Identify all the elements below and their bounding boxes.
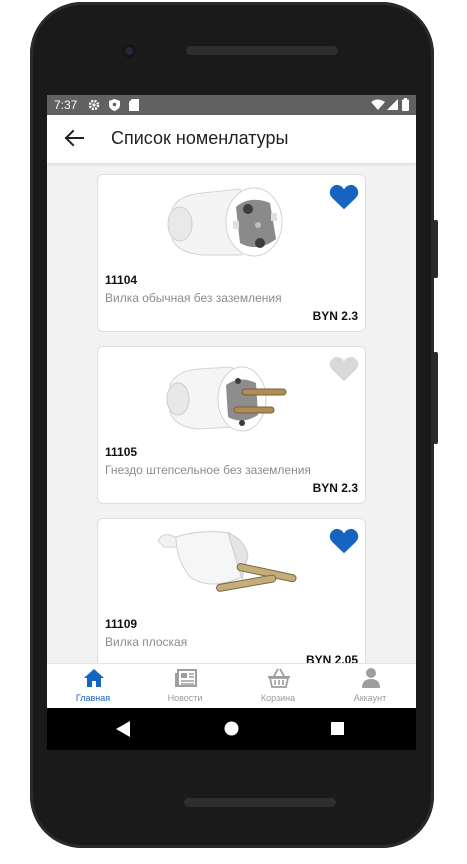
page-title: Список номенлатуры [111, 128, 289, 148]
product-price: BYN 2.05 [305, 653, 358, 663]
shield-icon [109, 99, 120, 111]
power-button [433, 352, 438, 444]
product-code: 11104 [105, 273, 138, 287]
arrow-left-icon[interactable] [61, 125, 87, 151]
product-card[interactable]: 11104 Вилка обычная без заземления BYN 2… [97, 174, 366, 332]
system-navigation-bar [47, 708, 416, 750]
product-list[interactable]: 11104 Вилка обычная без заземления BYN 2… [47, 163, 416, 663]
product-code: 11105 [105, 445, 138, 459]
favorite-heart-icon[interactable] [329, 355, 359, 383]
app-screen: 7:37 Список номенлатуры 11104 Вилка обыч… [47, 95, 416, 708]
product-name: Гнездо штепсельное без заземления [105, 463, 311, 477]
product-price: BYN 2.3 [312, 309, 358, 323]
newspaper-icon [175, 669, 197, 687]
plug-with-pins-image [166, 366, 287, 432]
nav-item-home[interactable]: Главная [47, 664, 139, 708]
product-code: 11109 [105, 617, 138, 631]
product-card[interactable]: 11105 Гнездо штепсельное без заземления … [97, 346, 366, 504]
recent-apps-icon[interactable] [331, 722, 344, 735]
bottom-speaker [184, 798, 336, 807]
nav-label: Главная [75, 693, 111, 703]
wifi-icon [371, 99, 385, 110]
status-bar: 7:37 [47, 95, 416, 115]
sim-card-icon [129, 99, 139, 111]
nav-label: Корзина [260, 693, 296, 703]
basket-icon [268, 668, 290, 688]
nav-label: Аккаунт [353, 693, 387, 703]
front-camera [122, 44, 136, 58]
nav-item-account[interactable]: Аккаунт [324, 664, 416, 708]
nav-item-cart[interactable]: Корзина [232, 664, 324, 708]
product-card[interactable]: 11109 Вилка плоская BYN 2.05 [97, 518, 366, 663]
home-circle-icon[interactable] [224, 721, 239, 736]
home-icon [84, 669, 104, 687]
nav-item-news[interactable]: Новости [139, 664, 231, 708]
gear-icon [88, 99, 100, 111]
favorite-heart-icon[interactable] [329, 527, 359, 555]
round-plug-image [167, 187, 283, 257]
back-triangle-icon[interactable] [116, 721, 130, 737]
app-bar: Список номенлатуры [47, 115, 416, 163]
product-name: Вилка плоская [105, 635, 188, 649]
battery-icon [402, 98, 409, 111]
status-time: 7:37 [54, 98, 78, 112]
nav-label: Новости [167, 693, 203, 703]
user-icon [362, 668, 380, 688]
product-name: Вилка обычная без заземления [105, 291, 282, 305]
flat-plug-image [157, 531, 297, 592]
bottom-navigation: Главная Новости Корзина Аккаунт [47, 663, 416, 708]
volume-button [433, 220, 438, 278]
signal-icon [387, 99, 398, 110]
favorite-heart-icon[interactable] [329, 183, 359, 211]
earpiece-speaker [186, 46, 338, 55]
product-price: BYN 2.3 [312, 481, 358, 495]
